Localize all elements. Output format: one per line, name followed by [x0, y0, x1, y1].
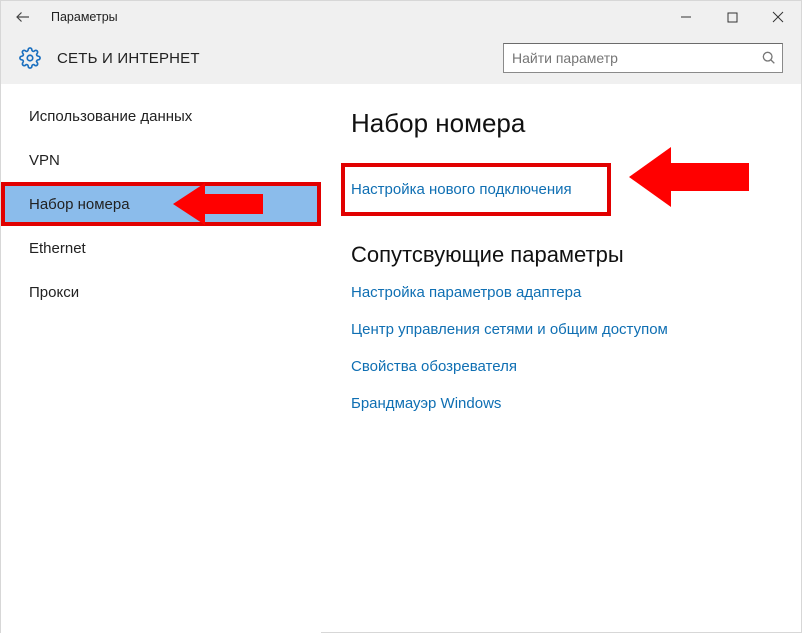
- titlebar: Параметры: [1, 1, 801, 33]
- sidebar-item-label: VPN: [29, 152, 60, 169]
- related-heading: Сопутсвующие параметры: [351, 242, 771, 268]
- sidebar-item-dialup[interactable]: Набор номера: [1, 182, 321, 226]
- new-connection-link[interactable]: Настройка нового подключения: [341, 163, 611, 216]
- search-wrap: [503, 43, 783, 73]
- close-button[interactable]: [755, 1, 801, 33]
- close-icon: [772, 11, 784, 23]
- minimize-button[interactable]: [663, 1, 709, 33]
- sidebar-item-vpn[interactable]: VPN: [1, 138, 321, 182]
- firewall-link[interactable]: Брандмауэр Windows: [351, 395, 771, 412]
- back-button[interactable]: [1, 1, 45, 33]
- sidebar-item-label: Ethernet: [29, 240, 86, 257]
- page-heading: Набор номера: [351, 108, 771, 139]
- header-bar: СЕТЬ И ИНТЕРНЕТ: [1, 33, 801, 84]
- window-title: Параметры: [51, 10, 118, 24]
- content-pane: Набор номера Настройка нового подключени…: [321, 84, 801, 633]
- sidebar-item-label: Использование данных: [29, 108, 192, 125]
- sidebar-item-proxy[interactable]: Прокси: [1, 270, 321, 314]
- network-center-link[interactable]: Центр управления сетями и общим доступом: [351, 321, 771, 338]
- window-controls: [663, 1, 801, 33]
- sidebar-item-label: Прокси: [29, 284, 79, 301]
- section-title: СЕТЬ И ИНТЕРНЕТ: [57, 50, 200, 67]
- search-icon: [761, 50, 777, 66]
- sidebar-item-data-usage[interactable]: Использование данных: [1, 94, 321, 138]
- settings-window: Параметры СЕТЬ И ИНТЕРНЕТ: [0, 0, 802, 633]
- minimize-icon: [680, 11, 692, 23]
- search-input[interactable]: [503, 43, 783, 73]
- sidebar-item-ethernet[interactable]: Ethernet: [1, 226, 321, 270]
- maximize-button[interactable]: [709, 1, 755, 33]
- internet-options-link[interactable]: Свойства обозревателя: [351, 358, 771, 375]
- body: Использование данных VPN Набор номера Et…: [1, 84, 801, 633]
- maximize-icon: [727, 12, 738, 23]
- adapter-settings-link[interactable]: Настройка параметров адаптера: [351, 284, 771, 301]
- back-arrow-icon: [14, 8, 32, 26]
- sidebar-item-label: Набор номера: [29, 196, 130, 213]
- sidebar: Использование данных VPN Набор номера Et…: [1, 84, 321, 633]
- gear-icon: [19, 47, 41, 69]
